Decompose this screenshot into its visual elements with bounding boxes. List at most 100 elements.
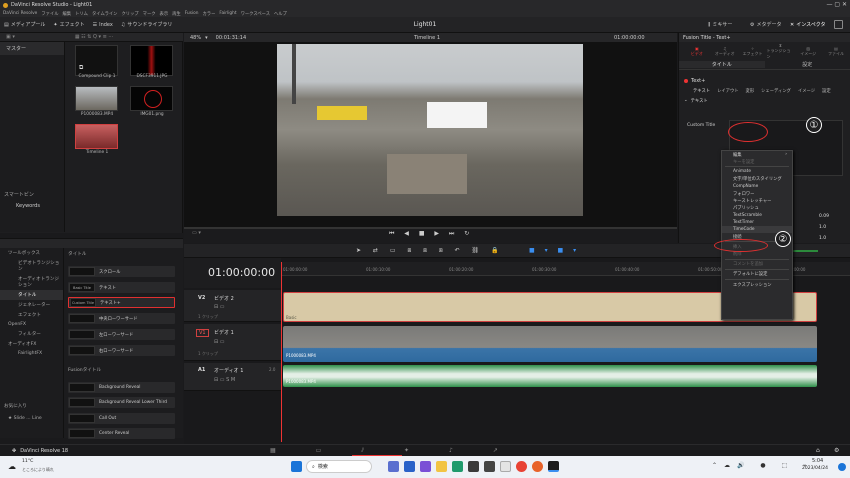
bin-master[interactable]: マスター: [0, 42, 64, 55]
edit-tools[interactable]: ➤ ⇄ ▭ ⧈ ⧈ ⧈ ↶ ⛓ 🔒: [356, 247, 504, 255]
menu-edit[interactable]: 編集: [63, 11, 72, 17]
fusion-title-item[interactable]: Center Reveal: [68, 428, 175, 439]
ctx-publish[interactable]: パブリッシュ: [722, 204, 792, 211]
sound-library-button[interactable]: ♫ サウンドライブラリ: [117, 21, 177, 29]
index-button[interactable]: ☰ Index: [89, 22, 117, 28]
ctx-texttimer[interactable]: TextTimer: [722, 219, 792, 226]
title-item-lower-third-left[interactable]: 左ローワーサード: [68, 329, 175, 340]
fx-cat-audio-transitions[interactable]: オーディオトランジション: [0, 274, 63, 290]
subtab-title[interactable]: タイトル: [679, 61, 765, 68]
fx-cat-toolbox[interactable]: ツールボックス: [0, 248, 63, 258]
subtab-settings[interactable]: 設定: [765, 61, 850, 68]
text-tab-text[interactable]: テキスト: [693, 88, 710, 94]
mixer-button[interactable]: ⫼ ミキサー: [704, 21, 736, 29]
param-value-2[interactable]: 1.0: [819, 225, 826, 230]
chrome-icon[interactable]: [516, 461, 527, 472]
media-clip-png[interactable]: [130, 86, 173, 111]
viewer-zoom[interactable]: 48%: [190, 35, 201, 41]
page-buttons[interactable]: ▦▭⫽✦♪↗: [270, 447, 538, 455]
ctx-set-default[interactable]: デフォルトに設定: [722, 271, 792, 278]
menu-timeline[interactable]: タイムライン: [92, 11, 117, 17]
viewer-timeline-name[interactable]: Timeline 1: [414, 35, 440, 41]
ctx-animate[interactable]: Animate: [722, 168, 792, 175]
metadata-button[interactable]: ⚙ メタデータ: [746, 21, 786, 29]
media-pool-button[interactable]: ▤ メディアプール: [0, 21, 49, 29]
windows-start-icon[interactable]: [291, 461, 302, 472]
title-item-text-plus[interactable]: Custom Title テキスト+: [68, 297, 175, 308]
smart-bin-keywords[interactable]: Keywords: [16, 203, 40, 209]
fusion-title-item[interactable]: Background Reveal: [68, 382, 175, 393]
param-value-1[interactable]: 0.09: [819, 214, 829, 219]
home-icon[interactable]: ⌂: [816, 447, 820, 454]
edge-icon[interactable]: [452, 461, 463, 472]
weather-icon[interactable]: ☁: [8, 462, 16, 471]
media-clip-compound[interactable]: ⧉: [75, 45, 118, 76]
track-controls-icon[interactable]: ⊟ ▭: [214, 304, 225, 310]
media-clip-jpg[interactable]: [130, 45, 173, 76]
ctx-edit[interactable]: 編集 ›: [722, 151, 792, 158]
fusion-title-item[interactable]: Call Out: [68, 413, 175, 424]
fx-cat-effects[interactable]: エフェクト: [0, 310, 63, 320]
menu-clip[interactable]: クリップ: [121, 11, 138, 17]
track-controls-icon[interactable]: ⊟ ▭ S M: [214, 377, 235, 383]
ctx-follower[interactable]: フォロワー: [722, 190, 792, 197]
ctx-compname[interactable]: CompName: [722, 183, 792, 190]
fx-cat-fairlightfx[interactable]: FairlightFX: [0, 349, 63, 358]
expand-icon[interactable]: [834, 20, 843, 29]
effects-button[interactable]: ✦ エフェクト: [49, 21, 88, 29]
param-value-3[interactable]: 1.0: [819, 236, 826, 241]
panel-layout-icon[interactable]: ▣ ▾: [6, 34, 15, 40]
menu-workspace[interactable]: ワークスペース: [241, 11, 270, 17]
title-item-scroll[interactable]: スクロール: [68, 266, 175, 277]
viewer-chevron-icon[interactable]: ▾: [205, 35, 208, 41]
system-tray-icons[interactable]: ⌃☁🔊 ● ⬚ ⌁: [712, 462, 814, 469]
title-item-lower-third-center[interactable]: 中央ローワーサード: [68, 313, 175, 324]
menu-help[interactable]: ヘルプ: [274, 11, 287, 17]
fx-cat-openfx[interactable]: OpenFX: [0, 320, 63, 329]
scrub-bar[interactable]: [184, 227, 677, 229]
tab-effects[interactable]: ✧ エフェクト: [739, 46, 767, 57]
ctx-key-stretcher[interactable]: キーストレッチャー: [722, 197, 792, 204]
playback-buttons[interactable]: ⏮ ◀ ■ ▶ ⏭ ↻: [389, 230, 473, 238]
text-tab-layout[interactable]: レイアウト: [717, 88, 738, 94]
title-item-text[interactable]: Basic Title テキスト: [68, 282, 175, 293]
track-name[interactable]: ビデオ 2: [214, 295, 234, 302]
menu-trim[interactable]: トリム: [75, 11, 88, 17]
text-tab-shading[interactable]: シェーディング: [761, 88, 791, 94]
viewer-options-icon[interactable]: ▭ ▾: [192, 230, 201, 236]
firefox-icon[interactable]: [532, 461, 543, 472]
menu-davinci[interactable]: DaVinci Resolve: [3, 11, 37, 16]
explorer-icon[interactable]: [436, 461, 447, 472]
fx-cat-audiofx[interactable]: オーディオFX: [0, 339, 63, 349]
tab-image[interactable]: ▨ イメージ: [794, 46, 822, 57]
fusion-title-item[interactable]: Background Reveal Lower Third: [68, 397, 175, 408]
media-timeline-1[interactable]: [75, 124, 118, 149]
ctx-textscramble[interactable]: TextScramble: [722, 212, 792, 219]
teams-icon[interactable]: [404, 461, 415, 472]
notification-icon[interactable]: [838, 463, 846, 471]
view-mode-icons[interactable]: ▦ ☷ ⇅ Q ▾ ≡ ···: [75, 34, 113, 40]
title-item-lower-third-right[interactable]: 右ローワーサード: [68, 345, 175, 356]
tab-file[interactable]: ▤ ファイル: [822, 46, 850, 57]
track-name[interactable]: ビデオ 1: [214, 329, 234, 336]
ctx-expression[interactable]: エクスプレッション: [722, 281, 792, 288]
taskbar-search[interactable]: ⌕ 検索: [306, 460, 372, 473]
text-tab-settings[interactable]: 設定: [822, 88, 831, 94]
app-icon[interactable]: [500, 461, 511, 472]
menu-fusion[interactable]: Fusion: [185, 11, 199, 16]
menu-fairlight[interactable]: Fairlight: [219, 11, 236, 16]
playhead[interactable]: [281, 262, 282, 442]
settings-icon[interactable]: ⚙: [834, 447, 839, 454]
fx-cat-video-transitions[interactable]: ビデオトランジション: [0, 258, 63, 274]
track-controls-icon[interactable]: ⊟ ▭: [214, 339, 225, 345]
menu-view[interactable]: 表示: [160, 11, 169, 17]
track-id[interactable]: V1: [196, 329, 209, 337]
text-section-header[interactable]: ⌄ テキスト: [679, 96, 850, 105]
fx-cat-generators[interactable]: ジェネレーター: [0, 300, 63, 310]
window-controls[interactable]: — ▢ ✕: [826, 1, 847, 8]
davinci-taskbar-icon[interactable]: [548, 461, 559, 472]
taskview-icon[interactable]: [388, 461, 399, 472]
store-icon[interactable]: [468, 461, 479, 472]
menu-playback[interactable]: 再生: [172, 11, 181, 17]
tab-transitions[interactable]: ⧗ トランジション: [766, 43, 794, 60]
